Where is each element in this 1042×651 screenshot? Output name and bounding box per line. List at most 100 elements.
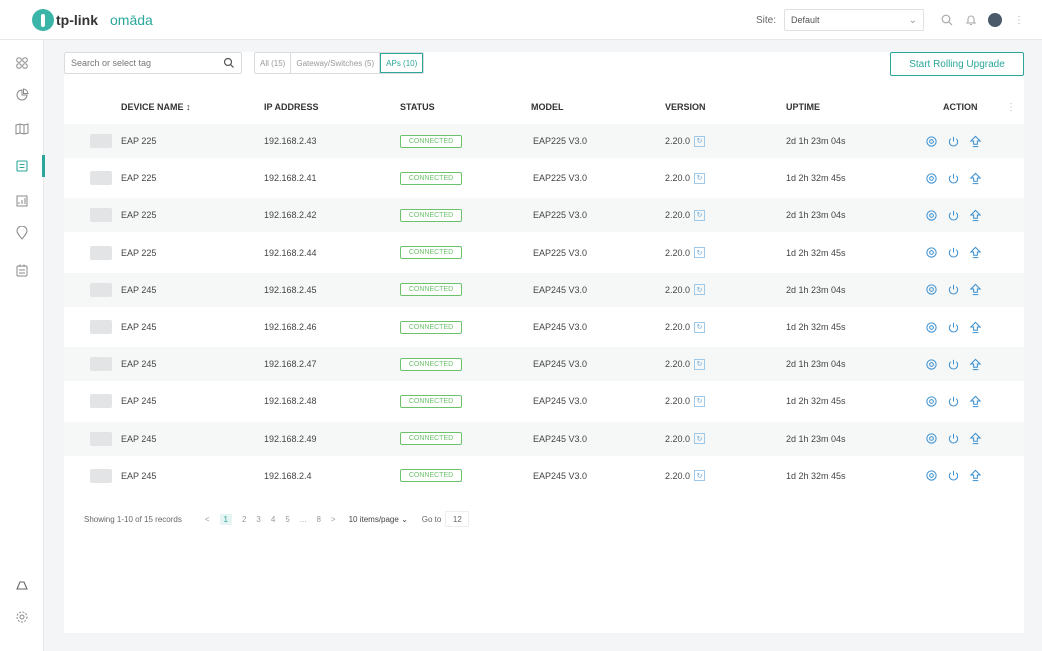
locate-icon[interactable] (925, 283, 938, 296)
nav-cloud[interactable] (0, 572, 44, 598)
filter-aps[interactable]: APs (10) (380, 53, 424, 73)
upgrade-icon[interactable] (969, 469, 982, 482)
reboot-icon[interactable] (947, 321, 960, 334)
status-cell: CONNECTED (400, 459, 462, 493)
column-settings-icon[interactable]: ⋮ (1006, 102, 1016, 113)
reboot-icon[interactable] (947, 283, 960, 296)
more-icon[interactable]: ⋮ (1008, 9, 1030, 31)
device-name[interactable]: EAP 225 (121, 198, 156, 232)
page-2[interactable]: 2 (242, 515, 246, 524)
filter-gateway-switches[interactable]: Gateway/Switches (5) (291, 53, 381, 73)
ip-address: 192.168.2.46 (264, 322, 317, 332)
upgrade-available-icon[interactable]: ↻ (694, 135, 706, 147)
site-select[interactable]: Default ⌄ (784, 9, 924, 31)
locate-icon[interactable] (925, 395, 938, 408)
page-ellipsis[interactable]: ... (300, 515, 307, 524)
upgrade-icon[interactable] (969, 135, 982, 148)
locate-icon[interactable] (925, 469, 938, 482)
device-name[interactable]: EAP 245 (121, 347, 156, 381)
version: 2.20.0 (665, 136, 691, 146)
reboot-icon[interactable] (947, 432, 960, 445)
table-row[interactable]: EAP 245 192.168.2.45 CONNECTED EAP245 V3… (64, 272, 1024, 307)
reboot-icon[interactable] (947, 172, 960, 185)
device-name[interactable]: EAP 225 (121, 161, 156, 195)
upgrade-icon[interactable] (969, 172, 982, 185)
search-input[interactable] (71, 58, 211, 68)
device-name[interactable]: EAP 245 (121, 384, 156, 418)
table-row[interactable]: EAP 225 192.168.2.43 CONNECTED EAP225 V3… (64, 124, 1024, 158)
table-row[interactable]: EAP 225 192.168.2.41 CONNECTED EAP225 V3… (64, 161, 1024, 195)
reboot-icon[interactable] (947, 209, 960, 222)
page-5[interactable]: 5 (285, 515, 289, 524)
nav-statistics[interactable] (0, 82, 44, 108)
start-rolling-upgrade-button[interactable]: Start Rolling Upgrade (890, 52, 1024, 76)
upgrade-icon[interactable] (969, 246, 982, 259)
table-row[interactable]: EAP 225 192.168.2.42 CONNECTED EAP225 V3… (64, 198, 1024, 233)
reboot-icon[interactable] (947, 469, 960, 482)
table-row[interactable]: EAP 225 192.168.2.44 CONNECTED EAP225 V3… (64, 236, 1024, 270)
nav-insight[interactable] (0, 220, 44, 246)
action-cell (925, 384, 982, 418)
device-name[interactable]: EAP 225 (121, 236, 156, 270)
logo[interactable]: tp-link omāda (32, 8, 153, 31)
upgrade-available-icon[interactable]: ↻ (694, 321, 706, 333)
upgrade-available-icon[interactable]: ↻ (694, 358, 706, 370)
device-name[interactable]: EAP 245 (121, 273, 156, 307)
bell-icon[interactable] (960, 9, 982, 31)
locate-icon[interactable] (925, 358, 938, 371)
avatar[interactable] (984, 9, 1006, 31)
page-3[interactable]: 3 (256, 515, 260, 524)
page-4[interactable]: 4 (271, 515, 275, 524)
next-page-button[interactable]: > (331, 515, 336, 524)
nav-devices[interactable] (0, 153, 45, 179)
status-cell: CONNECTED (400, 236, 462, 270)
filter-all[interactable]: All (15) (255, 53, 292, 73)
table-row[interactable]: EAP 245 192.168.2.48 CONNECTED EAP245 V3… (64, 384, 1024, 418)
upgrade-icon[interactable] (969, 283, 982, 296)
upgrade-icon[interactable] (969, 209, 982, 222)
page-1[interactable]: 1 (219, 513, 232, 525)
table-row[interactable]: EAP 245 192.168.2.46 CONNECTED EAP245 V3… (64, 310, 1024, 344)
upgrade-available-icon[interactable]: ↻ (694, 209, 706, 221)
prev-page-button[interactable]: < (205, 515, 210, 524)
search-icon[interactable] (223, 57, 235, 69)
device-name[interactable]: EAP 245 (121, 310, 156, 344)
page-8[interactable]: 8 (316, 515, 320, 524)
locate-icon[interactable] (925, 135, 938, 148)
goto-page-input[interactable]: 12 (445, 511, 470, 527)
search-icon[interactable] (936, 9, 958, 31)
device-name[interactable]: EAP 225 (121, 124, 156, 158)
table-row[interactable]: EAP 245 192.168.2.47 CONNECTED EAP245 V3… (64, 347, 1024, 382)
device-name[interactable]: EAP 245 (121, 459, 156, 493)
reboot-icon[interactable] (947, 395, 960, 408)
locate-icon[interactable] (925, 246, 938, 259)
upgrade-available-icon[interactable]: ↻ (694, 284, 706, 296)
upgrade-available-icon[interactable]: ↻ (694, 470, 706, 482)
nav-log[interactable] (0, 257, 44, 283)
search-box[interactable] (64, 52, 242, 74)
device-name[interactable]: EAP 245 (121, 422, 156, 456)
locate-icon[interactable] (925, 172, 938, 185)
upgrade-available-icon[interactable]: ↻ (694, 395, 706, 407)
locate-icon[interactable] (925, 432, 938, 445)
nav-clients[interactable] (0, 188, 44, 214)
nav-settings[interactable] (0, 604, 44, 630)
table-row[interactable]: EAP 245 192.168.2.4 CONNECTED EAP245 V3.… (64, 459, 1024, 493)
upgrade-icon[interactable] (969, 395, 982, 408)
reboot-icon[interactable] (947, 246, 960, 259)
upgrade-available-icon[interactable]: ↻ (694, 433, 706, 445)
table-row[interactable]: EAP 245 192.168.2.49 CONNECTED EAP245 V3… (64, 421, 1024, 456)
nav-map[interactable] (0, 116, 44, 142)
locate-icon[interactable] (925, 209, 938, 222)
upgrade-icon[interactable] (969, 321, 982, 334)
upgrade-icon[interactable] (969, 358, 982, 371)
nav-dashboard[interactable] (0, 50, 44, 76)
upgrade-available-icon[interactable]: ↻ (694, 247, 706, 259)
column-header-device-name[interactable]: DEVICE NAME ↕ (121, 102, 191, 112)
upgrade-icon[interactable] (969, 432, 982, 445)
upgrade-available-icon[interactable]: ↻ (694, 172, 706, 184)
reboot-icon[interactable] (947, 358, 960, 371)
locate-icon[interactable] (925, 321, 938, 334)
items-per-page-select[interactable]: 10 items/page ⌄ (349, 515, 408, 524)
reboot-icon[interactable] (947, 135, 960, 148)
